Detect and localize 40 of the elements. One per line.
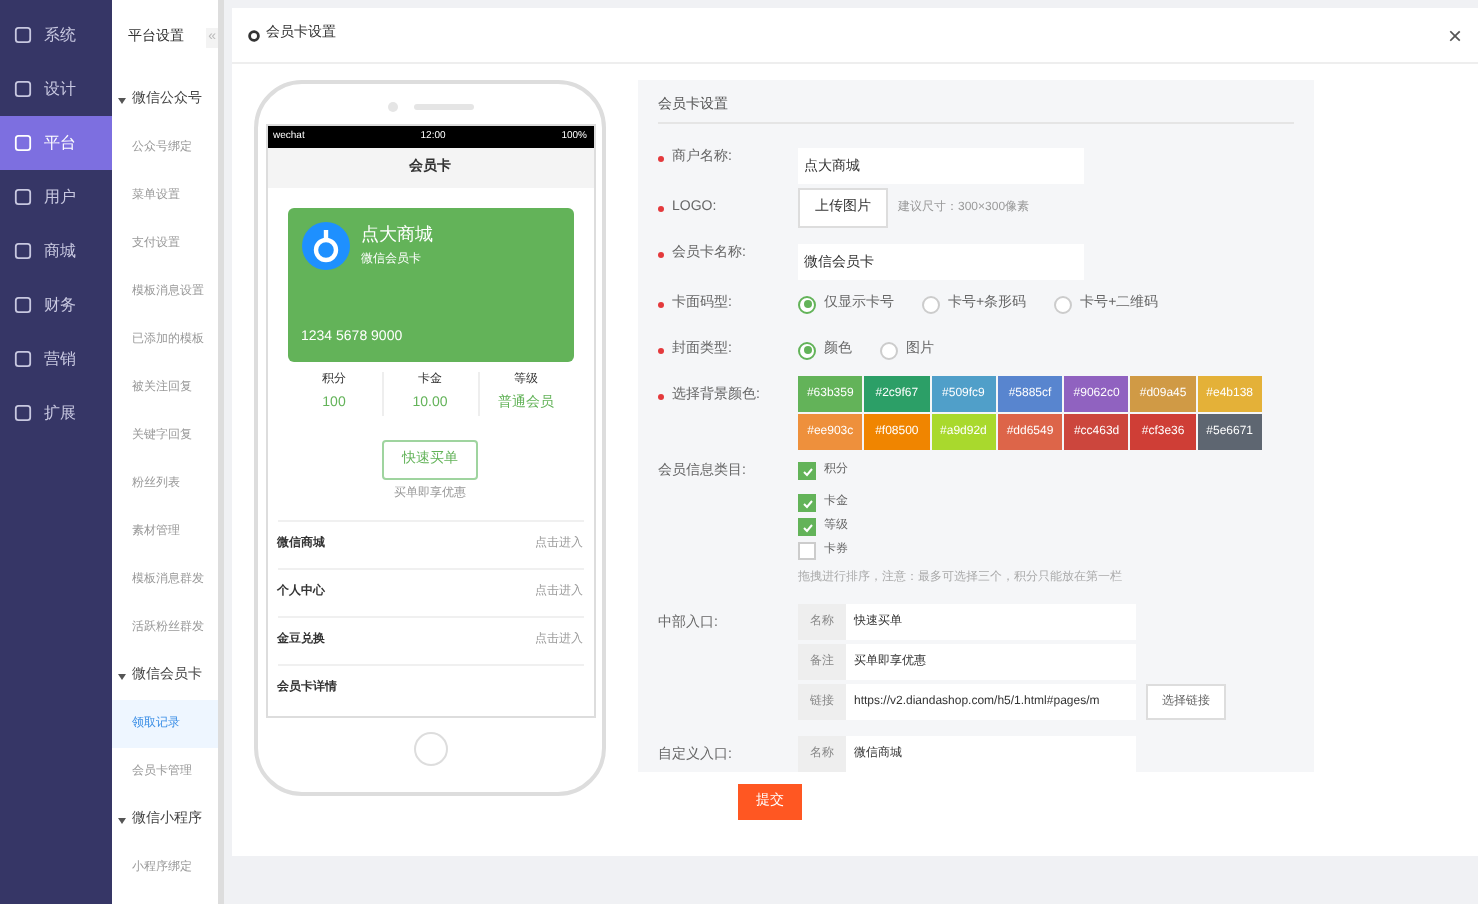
shop-name: 点大商城	[361, 222, 433, 249]
radio-button[interactable]	[880, 341, 898, 359]
nav-icon	[14, 404, 32, 422]
nav-icon	[14, 188, 32, 206]
nav-icon	[14, 26, 32, 44]
radio-button[interactable]	[798, 295, 816, 313]
radio-button[interactable]	[922, 295, 940, 313]
main-nav-item[interactable]: 财务	[0, 278, 112, 332]
main-nav-item[interactable]: 扩展	[0, 386, 112, 440]
required-mark-icon	[658, 393, 664, 399]
logo-icon	[301, 222, 349, 270]
expand-caret-icon	[118, 817, 126, 823]
checkbox[interactable]	[798, 462, 816, 480]
main-nav-item[interactable]: 平台	[0, 116, 112, 170]
required-mark-icon	[658, 347, 664, 353]
nav-icon	[14, 134, 32, 152]
main-nav-item[interactable]: 用户	[0, 170, 112, 224]
nav-icon	[14, 80, 32, 98]
checkbox[interactable]	[798, 518, 816, 536]
required-mark-icon	[658, 205, 664, 211]
required-mark-icon	[658, 301, 664, 307]
main-nav-item[interactable]: 营销	[0, 332, 112, 386]
nav-icon	[14, 350, 32, 368]
home-button[interactable]	[413, 732, 447, 766]
check-icon	[801, 465, 813, 477]
nav-icon	[14, 242, 32, 260]
expand-caret-icon	[118, 673, 126, 679]
checkbox[interactable]	[798, 494, 816, 512]
main-nav-item[interactable]: 商城	[0, 224, 112, 278]
radio-button[interactable]	[798, 341, 816, 359]
required-mark-icon	[658, 155, 664, 161]
close-button[interactable]: ×	[1447, 23, 1462, 47]
phone-camera	[387, 102, 397, 112]
radio-button[interactable]	[1054, 295, 1073, 313]
checkbox[interactable]	[798, 542, 816, 560]
main-nav-item[interactable]: 系统	[0, 8, 112, 62]
nav-icon	[14, 296, 32, 314]
required-mark-icon	[658, 251, 664, 257]
main-nav-item[interactable]: 设计	[0, 62, 112, 116]
expand-caret-icon	[118, 97, 126, 103]
